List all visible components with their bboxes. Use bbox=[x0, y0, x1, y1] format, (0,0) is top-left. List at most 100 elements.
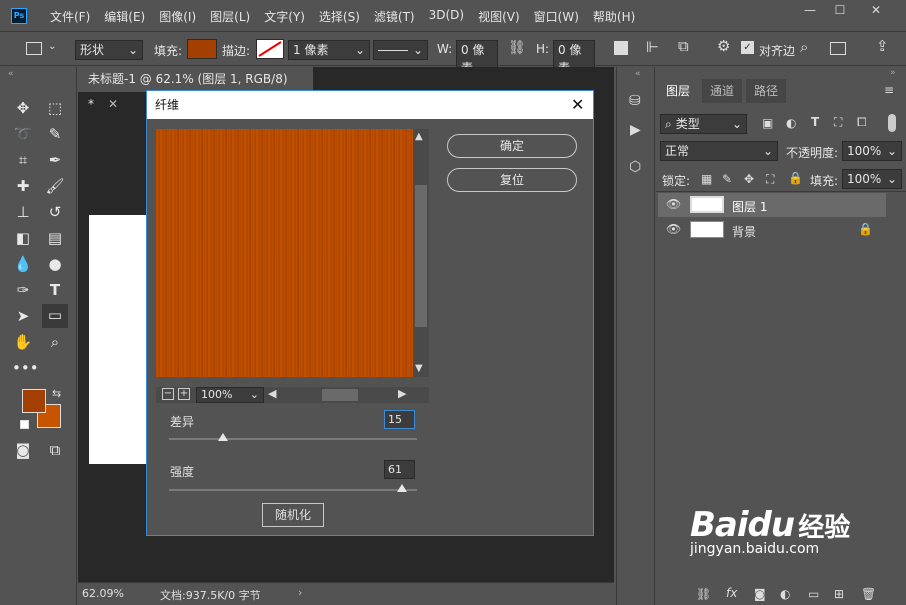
horizontal-scroll-thumb[interactable] bbox=[322, 389, 358, 401]
adjustment-layer-icon[interactable]: ◐ bbox=[780, 587, 790, 601]
preview-zoom-select[interactable]: 100% ⌄ bbox=[196, 387, 264, 403]
lock-pixels-icon[interactable]: ✎ bbox=[722, 172, 732, 186]
healing-brush-tool-icon[interactable]: ✚ bbox=[12, 175, 34, 197]
eye-icon[interactable]: 👁 bbox=[666, 197, 681, 211]
variance-slider-thumb[interactable] bbox=[218, 433, 228, 441]
maximize-icon[interactable]: ☐ bbox=[826, 2, 854, 18]
layer-name[interactable]: 图层 1 bbox=[732, 198, 767, 215]
default-colors-icon[interactable] bbox=[20, 420, 29, 429]
type-filter-icon[interactable]: T bbox=[811, 115, 819, 129]
link-icon[interactable]: ⛓ bbox=[508, 40, 526, 56]
3d-panel-icon[interactable]: ⬡ bbox=[629, 159, 641, 175]
document-canvas[interactable] bbox=[89, 215, 149, 464]
layer-row[interactable]: 👁 图层 1 bbox=[658, 193, 886, 217]
path-alignment-icon[interactable]: ⊩ bbox=[646, 38, 659, 56]
chevron-right-icon[interactable]: › bbox=[298, 586, 302, 599]
quick-mask-icon[interactable]: ◙ bbox=[12, 439, 34, 461]
brush-tool-icon[interactable]: 🖌 bbox=[44, 175, 66, 197]
quick-select-tool-icon[interactable]: ✎ bbox=[44, 123, 66, 145]
blur-tool-icon[interactable]: 💧 bbox=[12, 253, 34, 275]
close-tab-icon[interactable]: ✕ bbox=[108, 97, 118, 111]
fill-color-swatch[interactable] bbox=[187, 39, 217, 59]
zoom-tool-icon[interactable]: ⌕ bbox=[44, 331, 66, 353]
workspace-icon[interactable] bbox=[830, 42, 846, 55]
type-tool-icon[interactable]: T bbox=[44, 279, 66, 301]
document-tab[interactable]: 未标题-1 @ 62.1% (图层 1, RGB/8) * ✕ bbox=[78, 67, 313, 111]
close-icon[interactable]: ✕ bbox=[862, 2, 890, 18]
layer-filter-select[interactable]: ⌕ 类型 ⌄ bbox=[660, 114, 747, 134]
menu-window[interactable]: 窗口(W) bbox=[534, 8, 579, 25]
eyedropper-tool-icon[interactable]: ✒ bbox=[44, 149, 66, 171]
menu-filter[interactable]: 滤镜(T) bbox=[374, 8, 415, 25]
variance-slider[interactable] bbox=[169, 438, 417, 440]
add-mask-icon[interactable]: ◙ bbox=[754, 587, 766, 601]
menu-3d[interactable]: 3D(D) bbox=[429, 8, 464, 25]
new-group-icon[interactable]: ▭ bbox=[808, 587, 819, 601]
fx-icon[interactable]: fx bbox=[726, 586, 737, 600]
tab-paths[interactable]: 路径 bbox=[746, 79, 787, 103]
variance-input[interactable]: 15 bbox=[384, 410, 415, 429]
panel-menu-icon[interactable]: ≡ bbox=[884, 83, 894, 97]
shape-mode-select[interactable]: 形状 ⌄ bbox=[75, 40, 143, 60]
blend-mode-select[interactable]: 正常 ⌄ bbox=[660, 141, 778, 161]
stroke-width-select[interactable]: 1 像素 ⌄ bbox=[288, 40, 370, 60]
collapse-icon[interactable]: « bbox=[8, 69, 14, 79]
zoom-in-icon[interactable]: + bbox=[178, 388, 190, 400]
clone-stamp-tool-icon[interactable]: ⊥ bbox=[12, 201, 34, 223]
menu-view[interactable]: 视图(V) bbox=[478, 8, 520, 25]
lock-all-icon[interactable]: 🔒 bbox=[788, 171, 803, 185]
eraser-tool-icon[interactable]: ◧ bbox=[12, 227, 34, 249]
gradient-tool-icon[interactable]: ▤ bbox=[44, 227, 66, 249]
path-arrangement-icon[interactable]: ⧉ bbox=[678, 37, 689, 55]
adjustment-filter-icon[interactable]: ◐ bbox=[786, 116, 796, 130]
zoom-out-icon[interactable]: − bbox=[162, 388, 174, 400]
gear-icon[interactable]: ⚙ bbox=[717, 37, 730, 55]
path-operations-icon[interactable] bbox=[614, 41, 628, 55]
new-layer-icon[interactable]: ⊞ bbox=[834, 587, 844, 601]
menu-file[interactable]: 文件(F) bbox=[50, 8, 90, 25]
actions-play-icon[interactable]: ▶ bbox=[630, 122, 641, 138]
fill-input[interactable]: 100% ⌄ bbox=[842, 169, 902, 189]
history-brush-tool-icon[interactable]: ↺ bbox=[44, 201, 66, 223]
scroll-thumb[interactable] bbox=[415, 185, 427, 327]
minimize-icon[interactable]: — bbox=[796, 2, 824, 18]
arrow-left-icon[interactable]: ◀ bbox=[268, 387, 276, 400]
lasso-tool-icon[interactable]: ➰ bbox=[12, 123, 34, 145]
menu-layer[interactable]: 图层(L) bbox=[210, 8, 250, 25]
trash-icon[interactable]: 🗑 bbox=[861, 587, 876, 601]
randomize-button[interactable]: 随机化 bbox=[262, 503, 324, 527]
lock-artboard-icon[interactable]: ⛶ bbox=[766, 172, 774, 187]
search-icon[interactable]: ⌕ bbox=[800, 38, 808, 56]
filter-toggle[interactable] bbox=[888, 114, 896, 132]
more-tools-icon[interactable]: ••• bbox=[12, 357, 39, 379]
layer-row[interactable]: 👁 背景 🔒 bbox=[658, 218, 886, 242]
preview-vertical-scrollbar[interactable]: ▲ ▼ bbox=[413, 129, 429, 377]
rectangle-tool-icon[interactable]: ▭ bbox=[42, 304, 68, 328]
filter-preview[interactable] bbox=[156, 129, 413, 377]
smart-object-filter-icon[interactable]: ⧠ bbox=[857, 115, 867, 130]
crop-tool-icon[interactable]: ⌗ bbox=[12, 149, 34, 171]
move-tool-icon[interactable]: ✥ bbox=[12, 97, 34, 119]
history-panel-icon[interactable]: ⛁ bbox=[629, 93, 641, 109]
hand-tool-icon[interactable]: ✋ bbox=[12, 331, 34, 353]
eye-icon[interactable]: 👁 bbox=[666, 222, 681, 236]
ok-button[interactable]: 确定 bbox=[447, 134, 577, 158]
menu-type[interactable]: 文字(Y) bbox=[264, 8, 305, 25]
stroke-color-swatch[interactable] bbox=[256, 39, 284, 59]
align-edges-checkbox[interactable]: ✓ bbox=[741, 41, 754, 54]
swap-colors-icon[interactable]: ⇆ bbox=[52, 387, 61, 400]
screen-mode-icon[interactable]: ⧉ bbox=[44, 439, 66, 461]
strength-slider-thumb[interactable] bbox=[397, 484, 407, 492]
reset-button[interactable]: 复位 bbox=[447, 168, 577, 192]
opacity-input[interactable]: 100% ⌄ bbox=[842, 141, 902, 161]
tab-channels[interactable]: 通道 bbox=[702, 79, 743, 103]
path-selection-tool-icon[interactable]: ➤ bbox=[12, 305, 34, 327]
pen-tool-icon[interactable]: ✑ bbox=[12, 279, 34, 301]
zoom-level[interactable]: 62.09% bbox=[82, 587, 124, 600]
arrow-up-icon[interactable]: ▲ bbox=[415, 131, 423, 142]
chevron-down-icon[interactable]: ⌄ bbox=[48, 41, 56, 52]
menu-edit[interactable]: 编辑(E) bbox=[104, 8, 145, 25]
menu-help[interactable]: 帮助(H) bbox=[593, 8, 635, 25]
collapse-icon[interactable]: « bbox=[635, 69, 641, 79]
foreground-color-swatch[interactable] bbox=[22, 389, 46, 413]
